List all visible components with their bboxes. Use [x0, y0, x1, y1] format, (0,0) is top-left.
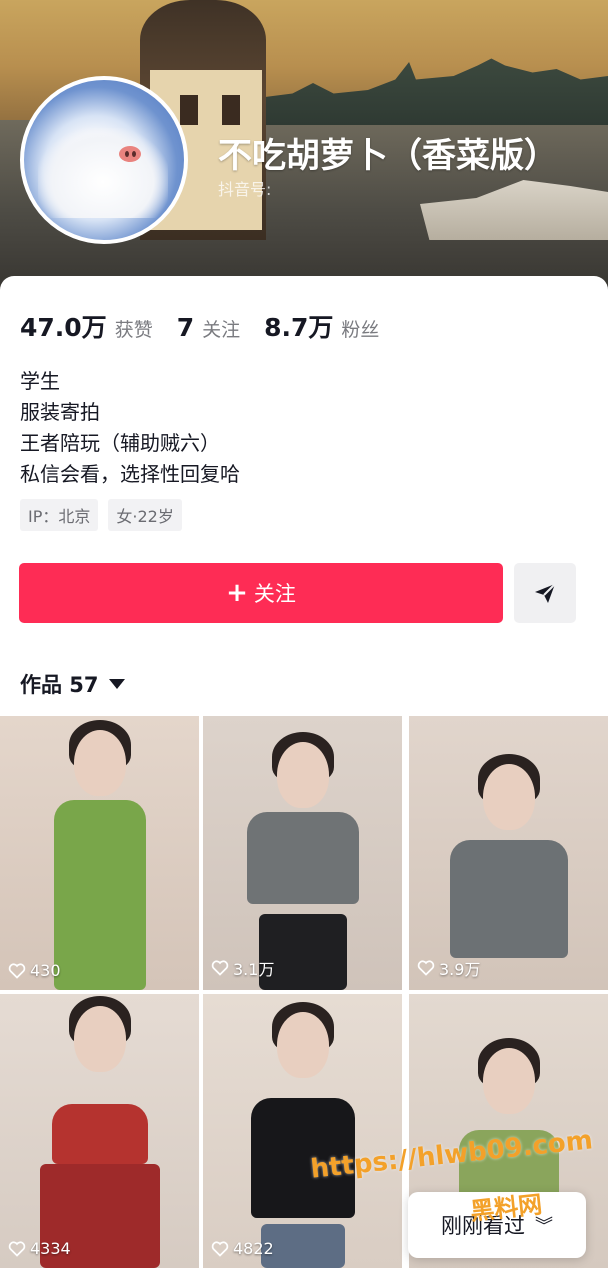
video-tile[interactable]: 4822 — [203, 994, 402, 1268]
profile-stats: 47.0万 获赞 7 关注 8.7万 粉丝 — [20, 308, 403, 344]
likes-label: 获赞 — [114, 319, 153, 341]
like-count-text: 430 — [30, 961, 61, 980]
plus-icon: + — [226, 578, 248, 608]
head-shape — [73, 1006, 126, 1072]
like-count: 3.1万 — [211, 956, 274, 980]
green-dress-shape — [53, 800, 146, 990]
heart-icon — [8, 962, 26, 979]
heart-icon — [211, 960, 229, 976]
heart-icon — [8, 1240, 26, 1257]
works-tab[interactable]: 作品 57 — [20, 669, 125, 699]
like-count: 430 — [8, 961, 61, 980]
bio-line: 私信会看，选择性回复哈 — [20, 462, 240, 486]
banner-skyline — [265, 58, 608, 125]
follow-label: 关注 — [253, 582, 296, 606]
head-shape — [73, 730, 126, 796]
ip-location-tag: IP：北京 — [20, 499, 99, 531]
like-count: 3.9万 — [417, 956, 480, 980]
like-count-text: 4334 — [30, 1239, 71, 1258]
head-shape — [482, 1048, 535, 1114]
like-count-text: 4822 — [233, 1239, 274, 1258]
like-count-text: 3.1万 — [233, 960, 275, 979]
banner-window — [222, 95, 240, 125]
send-icon — [535, 583, 556, 603]
works-tab-label: 作品 57 — [20, 673, 99, 697]
bio-line: 王者陪玩（辅助贼六） — [20, 431, 220, 455]
share-button[interactable] — [514, 563, 576, 623]
following-count[interactable]: 7 — [177, 313, 194, 342]
follow-button[interactable]: + 关注 — [19, 563, 503, 623]
banner-window — [180, 95, 198, 125]
pig-nose-icon — [119, 146, 141, 162]
bio-line: 学生 — [20, 369, 60, 393]
followers-label: 粉丝 — [341, 319, 380, 341]
profile-nickname: 不吃胡萝卜（香菜版） — [218, 136, 558, 176]
video-tile[interactable]: 3.9万 — [409, 716, 608, 990]
video-tile[interactable]: 3.1万 — [203, 716, 402, 990]
head-shape — [482, 764, 535, 830]
video-tile[interactable]: 4334 — [0, 994, 199, 1268]
douyin-id: 抖音号: — [218, 180, 272, 199]
like-count: 4822 — [211, 1239, 274, 1258]
cloud-shape — [38, 128, 168, 218]
bio-line: 服装寄拍 — [20, 400, 100, 424]
red-top-shape — [51, 1104, 148, 1164]
gender-age-tag: 女·22岁 — [108, 499, 182, 531]
like-count: 4334 — [8, 1239, 71, 1258]
profile-tags: IP：北京 女·22岁 — [20, 499, 182, 531]
grey-top-shape — [246, 812, 359, 904]
head-shape — [276, 742, 329, 808]
video-tile[interactable]: 430 — [0, 716, 199, 990]
likes-count[interactable]: 47.0万 — [20, 308, 107, 344]
like-count-text: 3.9万 — [439, 960, 481, 979]
heart-icon — [211, 1240, 229, 1257]
bio: 学生 服装寄拍 王者陪玩（辅助贼六） 私信会看，选择性回复哈 — [20, 366, 240, 490]
following-label: 关注 — [202, 319, 241, 341]
avatar[interactable] — [20, 76, 188, 244]
heart-icon — [417, 960, 435, 976]
grey-top-shape — [449, 840, 568, 958]
caret-down-icon — [108, 679, 125, 689]
watermark-brand: 黑料网 — [468, 1190, 544, 1226]
head-shape — [276, 1012, 329, 1078]
followers-count[interactable]: 8.7万 — [264, 308, 333, 344]
